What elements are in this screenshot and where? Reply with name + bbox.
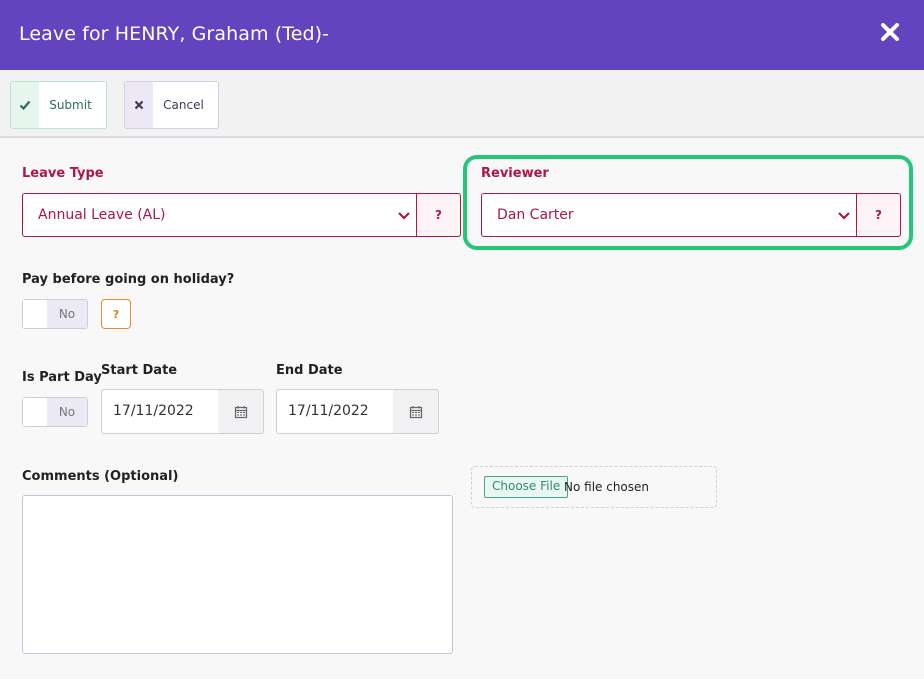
end-date-label: End Date — [276, 363, 343, 378]
check-icon — [11, 82, 39, 128]
dialog-title: Leave for HENRY, Graham (Ted)- — [19, 23, 330, 45]
toolbar: Submit Cancel — [0, 70, 924, 138]
reviewer-help-button[interactable]: ? — [857, 193, 901, 237]
choose-file-button[interactable]: Choose File — [484, 476, 569, 498]
leave-type-help-button[interactable]: ? — [417, 193, 461, 237]
end-date-input[interactable]: 17/11/2022 — [276, 389, 394, 434]
dialog-header: Leave for HENRY, Graham (Ted)- — [0, 0, 924, 70]
file-upload-zone[interactable]: Choose File No file chosen — [471, 466, 717, 508]
close-icon[interactable] — [878, 20, 902, 44]
calendar-icon[interactable] — [393, 389, 439, 434]
pay-before-label: Pay before going on holiday? — [22, 272, 235, 287]
reviewer-label: Reviewer — [481, 166, 549, 181]
pay-before-toggle-value: No — [47, 300, 87, 328]
pay-before-toggle[interactable]: No — [22, 299, 88, 329]
file-status: No file chosen — [564, 480, 650, 494]
submit-label: Submit — [49, 98, 92, 112]
close-icon — [125, 82, 153, 128]
pay-before-help-button[interactable]: ? — [101, 299, 131, 329]
chevron-down-icon — [396, 208, 412, 228]
calendar-icon[interactable] — [218, 389, 264, 434]
part-day-toggle[interactable]: No — [22, 397, 88, 427]
leave-type-select[interactable]: Annual Leave (AL) — [22, 193, 417, 237]
submit-button[interactable]: Submit — [10, 81, 107, 129]
reviewer-select[interactable]: Dan Carter — [481, 193, 857, 237]
part-day-label: Is Part Day — [22, 370, 102, 385]
start-date-label: Start Date — [101, 363, 178, 378]
leave-type-label: Leave Type — [22, 166, 104, 181]
cancel-button[interactable]: Cancel — [124, 81, 219, 129]
comments-textarea[interactable] — [22, 495, 453, 654]
chevron-down-icon — [836, 208, 852, 228]
reviewer-value: Dan Carter — [497, 207, 574, 223]
comments-label: Comments (Optional) — [22, 469, 179, 484]
start-date-input[interactable]: 17/11/2022 — [101, 389, 219, 434]
leave-type-value: Annual Leave (AL) — [38, 207, 166, 223]
toggle-knob — [23, 300, 48, 328]
cancel-label: Cancel — [163, 98, 204, 112]
part-day-toggle-value: No — [47, 398, 87, 426]
toggle-knob — [23, 398, 48, 426]
